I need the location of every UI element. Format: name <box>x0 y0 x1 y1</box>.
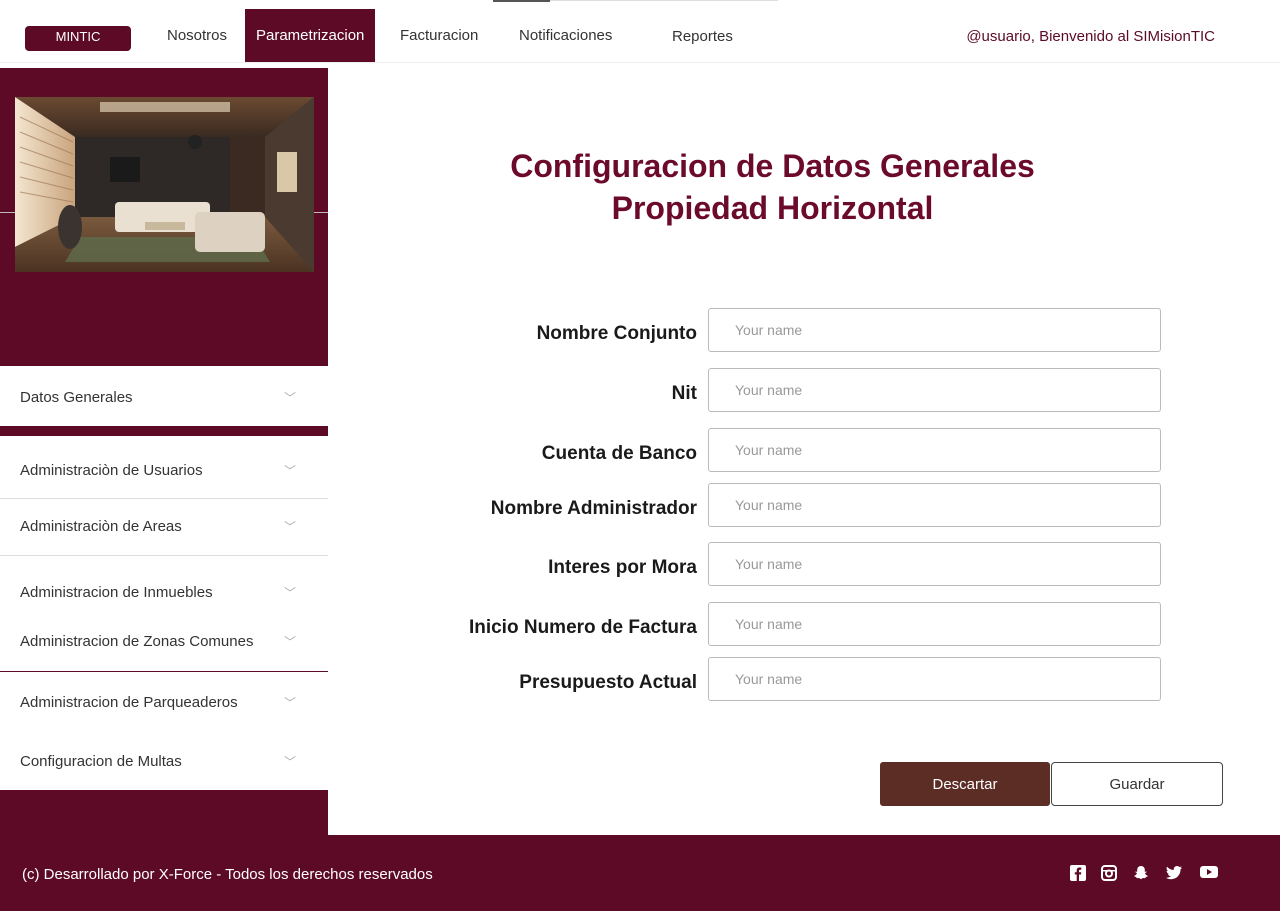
inicio-numero-factura-input[interactable] <box>708 602 1161 646</box>
snapchat-icon[interactable] <box>1133 865 1151 881</box>
field-label: Nombre Conjunto <box>536 323 697 344</box>
form-row: Nit <box>400 368 1165 412</box>
sidebar-item-datos-generales[interactable]: Datos Generales ﹀ <box>0 389 328 406</box>
tab-indicator <box>493 0 550 2</box>
page-title-line1: Configuracion de Datos Generales <box>510 148 1035 184</box>
menu-panel-admin <box>0 436 328 790</box>
twitter-icon[interactable] <box>1165 865 1183 881</box>
sidebar-item-label: Administraciòn de Usuarios <box>20 462 203 479</box>
youtube-icon[interactable] <box>1200 865 1218 881</box>
nav-facturacion[interactable]: Facturacion <box>400 27 478 44</box>
facebook-icon[interactable] <box>1070 865 1088 881</box>
presupuesto-actual-input[interactable] <box>708 657 1161 701</box>
top-navbar: MINTIC Nosotros Parametrizacion Facturac… <box>0 0 1280 63</box>
chevron-down-icon: ﹀ <box>283 586 296 600</box>
nav-notificaciones[interactable]: Notificaciones <box>519 27 612 44</box>
nav-parametrizacion[interactable]: Parametrizacion <box>245 9 376 62</box>
sidebar-item-areas[interactable]: Administraciòn de Areas ﹀ <box>0 518 328 535</box>
chevron-down-icon: ﹀ <box>283 696 296 710</box>
divider <box>0 498 328 499</box>
chevron-down-icon: ﹀ <box>283 755 296 769</box>
form-row: Nombre Administrador <box>400 483 1165 527</box>
discard-button[interactable]: Descartar <box>880 762 1050 806</box>
nav-nosotros[interactable]: Nosotros <box>167 27 227 44</box>
brand-button[interactable]: MINTIC <box>25 26 131 51</box>
user-greeting: @usuario, Bienvenido al SIMisionTIC <box>966 28 1215 45</box>
nav-reportes[interactable]: Reportes <box>672 28 733 45</box>
page-title: Configuracion de Datos Generales Propied… <box>470 145 1075 229</box>
footer: (c) Desarrollado por X-Force - Todos los… <box>0 835 1280 911</box>
interes-mora-input[interactable] <box>708 542 1161 586</box>
form-row: Inicio Numero de Factura <box>400 602 1165 646</box>
divider <box>0 555 328 556</box>
sidebar-item-label: Administracion de Zonas Comunes <box>20 633 254 650</box>
sidebar-item-label: Administraciòn de Areas <box>20 518 182 535</box>
nombre-conjunto-input[interactable] <box>708 308 1161 352</box>
cuenta-banco-input[interactable] <box>708 428 1161 472</box>
nombre-administrador-input[interactable] <box>708 483 1161 527</box>
sidebar-item-inmuebles[interactable]: Administracion de Inmuebles ﹀ <box>0 584 328 601</box>
copyright-text: (c) Desarrollado por X-Force - Todos los… <box>22 866 433 883</box>
chevron-down-icon: ﹀ <box>283 464 296 478</box>
nit-input[interactable] <box>708 368 1161 412</box>
living-room-image <box>15 97 314 272</box>
field-label: Inicio Numero de Factura <box>468 617 697 638</box>
field-label: Interes por Mora <box>548 557 697 578</box>
sidebar-item-usuarios[interactable]: Administraciòn de Usuarios ﹀ <box>0 462 328 479</box>
chevron-down-icon: ﹀ <box>283 520 296 534</box>
page-title-line2: Propiedad Horizontal <box>611 190 934 226</box>
chevron-down-icon: ﹀ <box>283 635 296 649</box>
sidebar-item-multas[interactable]: Configuracion de Multas ﹀ <box>0 753 328 770</box>
form-row: Nombre Conjunto <box>400 308 1165 352</box>
instagram-icon[interactable] <box>1101 865 1119 881</box>
form-row: Presupuesto Actual <box>400 657 1165 701</box>
form-row: Cuenta de Banco <box>400 428 1165 472</box>
save-button[interactable]: Guardar <box>1051 762 1223 806</box>
field-label: Nombre Administrador <box>490 498 697 519</box>
divider <box>314 212 328 213</box>
form-row: Interes por Mora <box>400 542 1165 586</box>
sidebar-item-label: Administracion de Inmuebles <box>20 584 213 601</box>
sidebar-item-parqueaderos[interactable]: Administracion de Parqueaderos ﹀ <box>0 694 328 711</box>
field-label: Nit <box>671 383 697 404</box>
sidebar-item-zonas-comunes[interactable]: Administracion de Zonas Comunes ﹀ <box>0 633 328 650</box>
sidebar-item-label: Administracion de Parqueaderos <box>20 694 238 711</box>
sidebar-item-label: Configuracion de Multas <box>20 753 182 770</box>
sidebar-item-label: Datos Generales <box>20 389 133 406</box>
divider <box>0 671 328 672</box>
field-label: Presupuesto Actual <box>519 672 697 693</box>
divider <box>0 212 15 213</box>
chevron-down-icon: ﹀ <box>283 391 296 405</box>
field-label: Cuenta de Banco <box>541 443 697 464</box>
